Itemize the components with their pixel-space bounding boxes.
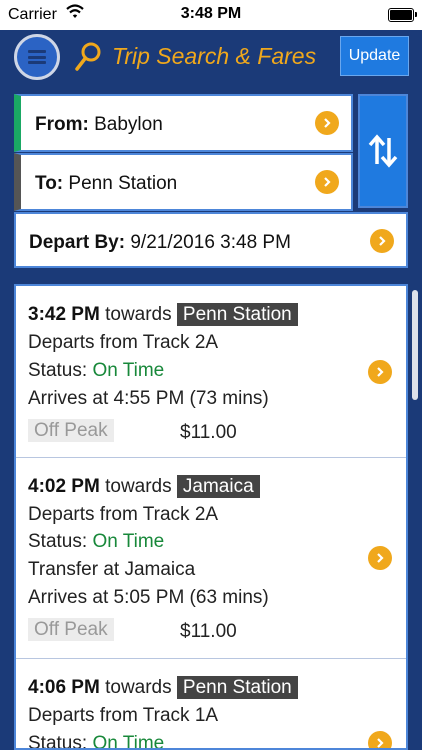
destination-badge: Penn Station	[176, 676, 298, 699]
status-value: On Time	[92, 360, 165, 381]
towards-text: towards	[105, 677, 172, 698]
train-result-item[interactable]: 3:42 PM towards Penn Station Departs fro…	[16, 286, 406, 458]
app-header: Trip Search & Fares Update	[0, 30, 422, 84]
departure-time: 3:42 PM	[28, 304, 100, 325]
train-result-item[interactable]: 4:02 PM towards Jamaica Departs from Tra…	[16, 458, 406, 659]
depart-by-row[interactable]: Depart By: 9/21/2016 3:48 PM	[14, 212, 408, 268]
chevron-right-icon	[370, 229, 394, 253]
status-bar: Carrier 3:48 PM	[0, 0, 422, 30]
train-results-list[interactable]: 3:42 PM towards Penn Station Departs fro…	[14, 284, 408, 750]
destination-badge: Penn Station	[176, 303, 298, 326]
towards-text: towards	[105, 304, 172, 325]
peak-badge: Off Peak	[28, 618, 114, 641]
menu-button[interactable]	[14, 34, 60, 80]
update-button[interactable]: Update	[340, 36, 409, 76]
fare-amount: $11.00	[180, 422, 237, 443]
battery-icon	[388, 8, 417, 22]
from-station-row[interactable]: From: Babylon	[14, 94, 353, 152]
transfer-info: Transfer at Jamaica	[28, 559, 196, 580]
arrival-info: Arrives at 4:55 PM (73 mins)	[28, 388, 269, 409]
arrival-info: Arrives at 5:05 PM (63 mins)	[28, 587, 269, 608]
swap-arrows-icon	[368, 134, 398, 168]
from-label: From:	[35, 114, 89, 135]
from-value: Babylon	[94, 114, 163, 135]
to-station-row[interactable]: To: Penn Station	[14, 153, 353, 211]
chevron-right-icon	[368, 731, 392, 748]
status-value: On Time	[92, 733, 165, 750]
search-icon	[75, 42, 101, 71]
destination-badge: Jamaica	[176, 475, 260, 498]
track-info: Departs from Track 2A	[28, 332, 219, 353]
status-label: Status:	[28, 531, 88, 552]
chevron-right-icon	[315, 170, 339, 194]
scrollbar[interactable]	[412, 290, 418, 400]
depart-value: 9/21/2016 3:48 PM	[130, 232, 291, 253]
track-info: Departs from Track 1A	[28, 705, 219, 726]
to-label: To:	[35, 173, 64, 194]
departure-time: 4:02 PM	[28, 476, 100, 497]
page-title: Trip Search & Fares	[112, 43, 317, 69]
chevron-right-icon	[368, 360, 392, 384]
towards-text: towards	[105, 476, 172, 497]
chevron-right-icon	[315, 111, 339, 135]
fare-amount: $11.00	[180, 621, 237, 642]
to-value: Penn Station	[68, 173, 178, 194]
status-label: Status:	[28, 360, 88, 381]
hamburger-icon	[28, 50, 46, 64]
track-info: Departs from Track 2A	[28, 504, 219, 525]
swap-stations-button[interactable]	[358, 94, 408, 208]
peak-badge: Off Peak	[28, 419, 114, 442]
departure-time: 4:06 PM	[28, 677, 100, 698]
clock: 3:48 PM	[180, 5, 242, 22]
train-result-item[interactable]: 4:06 PM towards Penn Station Departs fro…	[16, 659, 406, 750]
depart-label: Depart By:	[29, 232, 126, 253]
status-label: Status:	[28, 733, 88, 750]
status-value: On Time	[92, 531, 165, 552]
chevron-right-icon	[368, 546, 392, 570]
